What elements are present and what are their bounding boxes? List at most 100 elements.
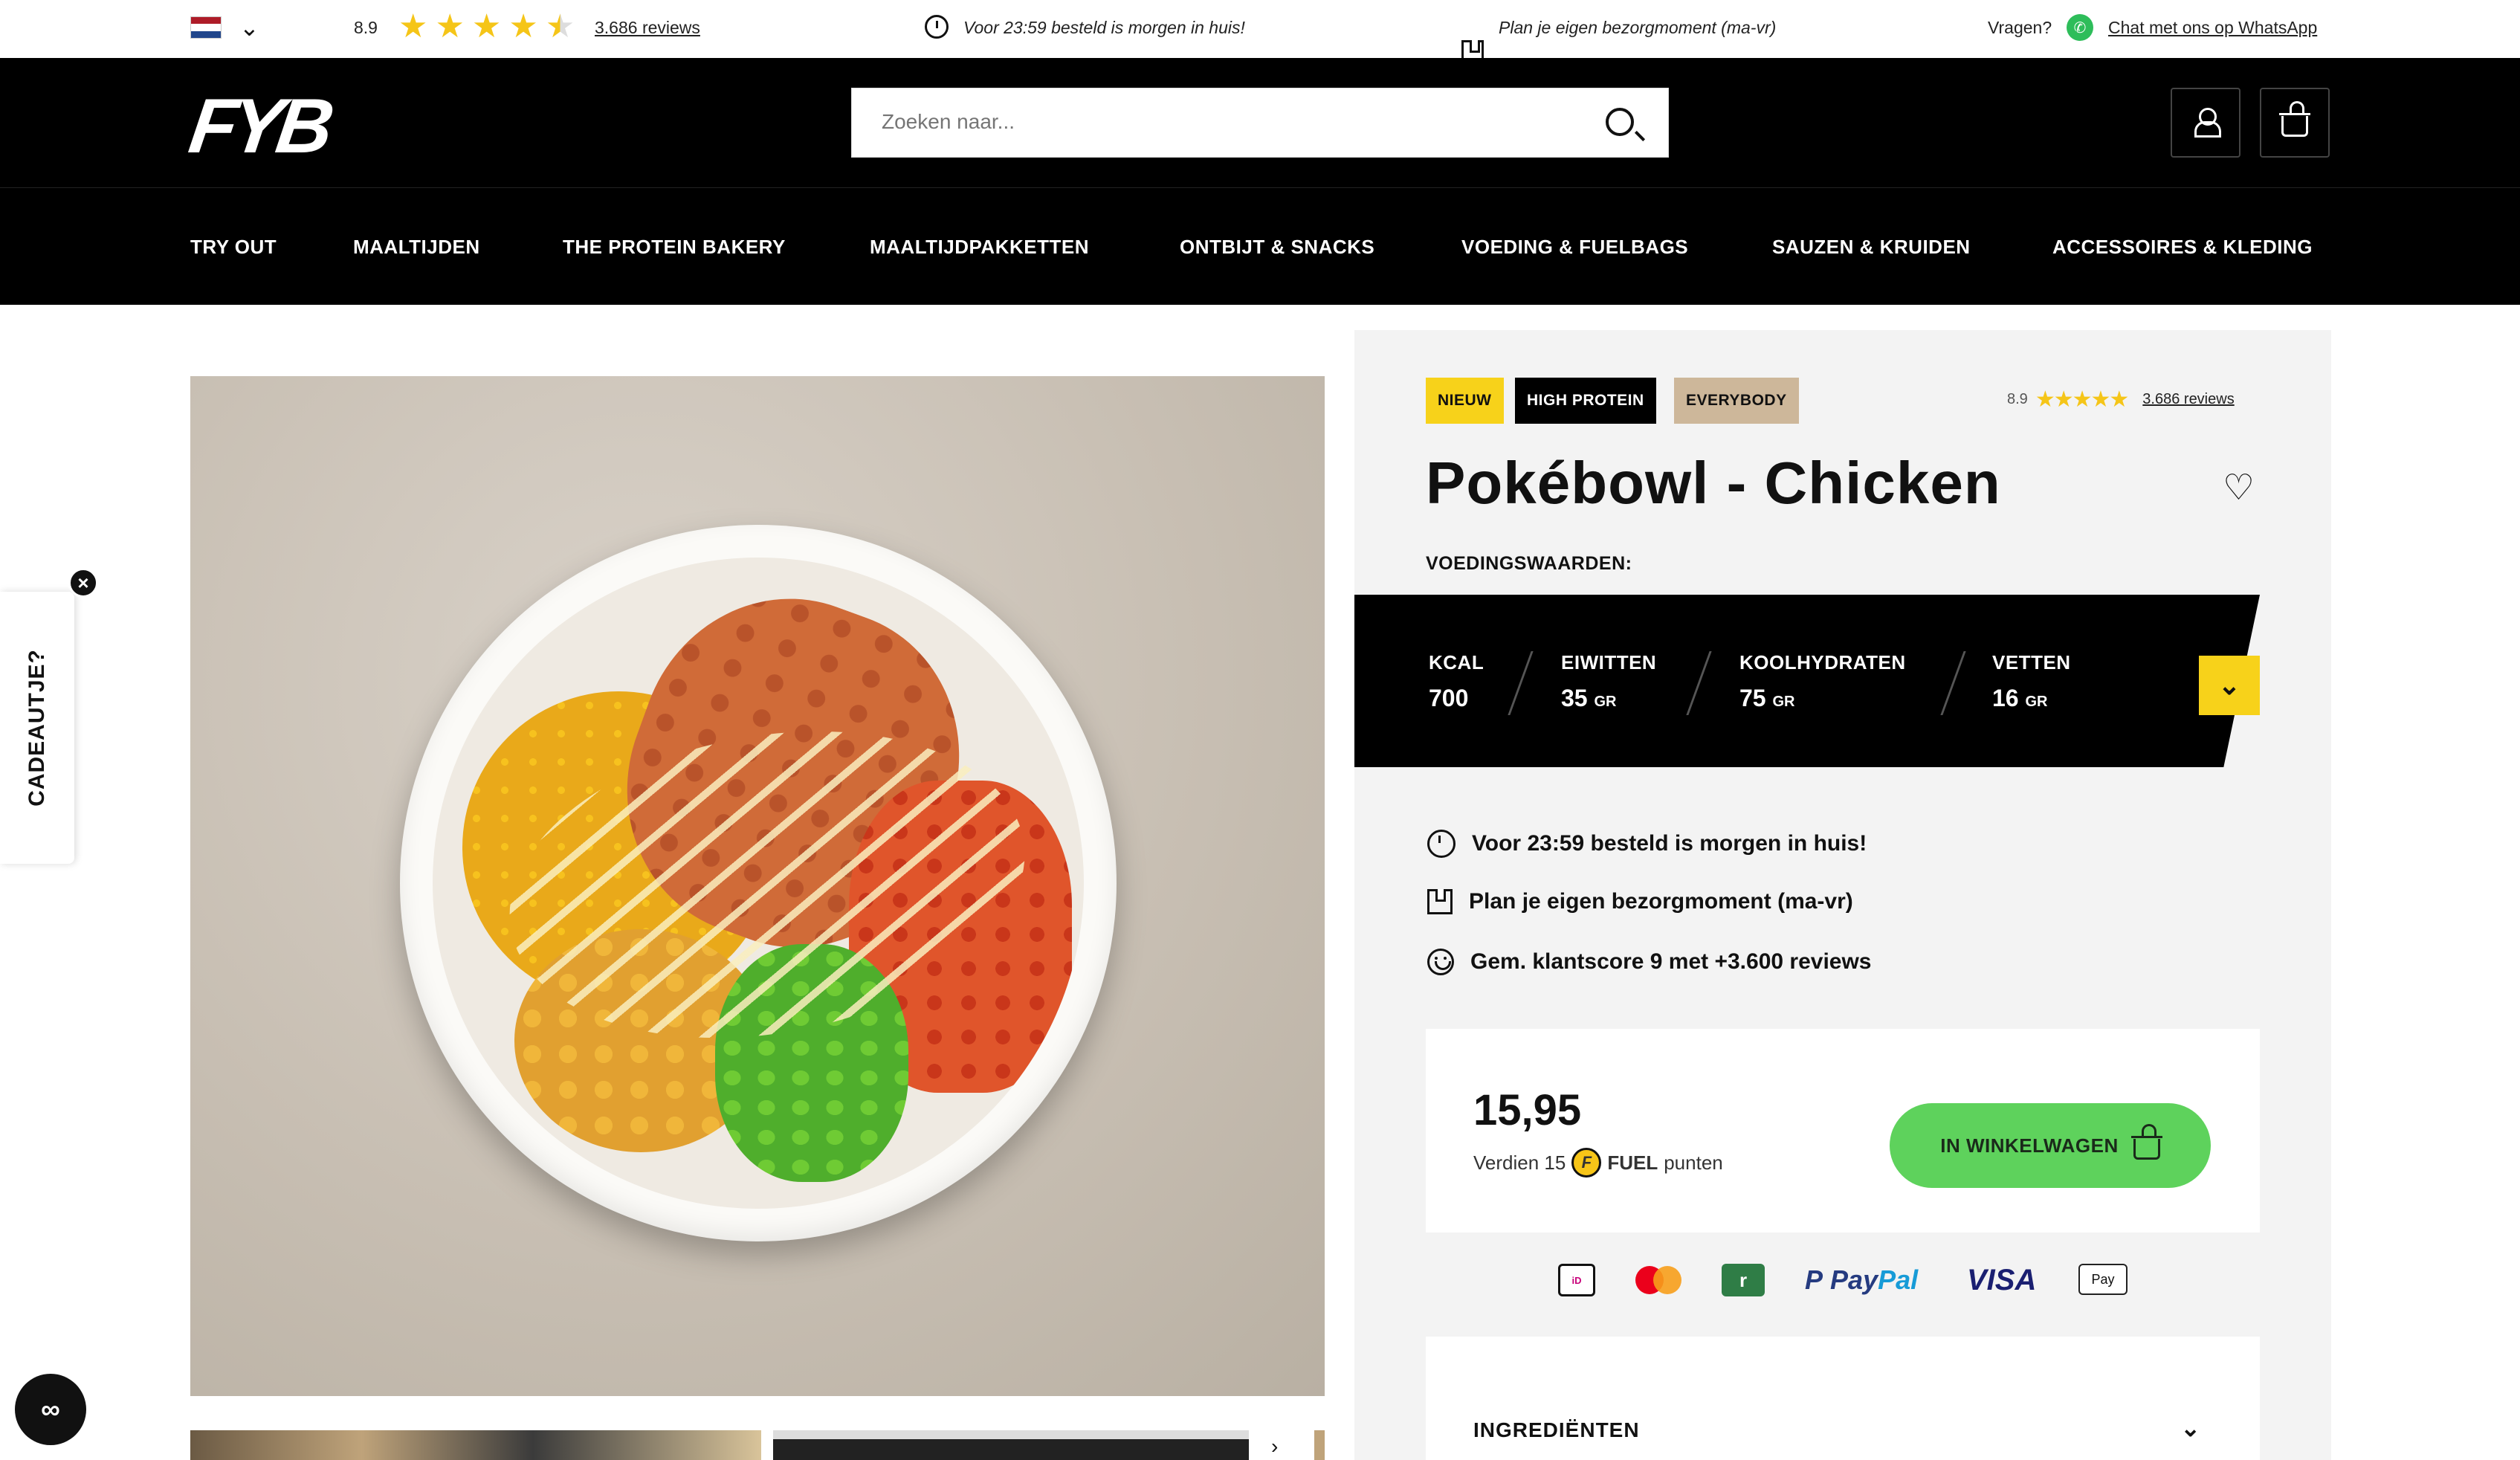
usp-delivery: Voor 23:59 besteld is morgen in huis! [963, 18, 1245, 37]
mastercard-icon [1634, 1264, 1683, 1296]
product-image[interactable] [190, 376, 1325, 1396]
chevron-right-icon[interactable]: › [1271, 1435, 1278, 1459]
nutrition-vetten-label: VETTEN [1992, 651, 2071, 674]
nutrition-koolhydraten-unit: GR [1772, 694, 1795, 710]
product-rating: 8.9 ★★★★★ 3.686 reviews [2007, 387, 2235, 413]
gift-tab-label: CADEAUTJE? [25, 649, 49, 807]
clock-icon [925, 15, 949, 39]
search-icon[interactable] [1606, 108, 1634, 136]
account-button[interactable] [2171, 88, 2240, 158]
usp-item: Gem. klantscore 9 met +3.600 reviews [1427, 949, 1872, 975]
nutrition-koolhydraten-label: KOOLHYDRATEN [1739, 651, 1906, 674]
main-nav: TRY OUT MAALTIJDEN THE PROTEIN BAKERY MA… [0, 187, 2520, 305]
usp-score-text: Gem. klantscore 9 met +3.600 reviews [1470, 949, 1872, 974]
star-icon: ★ [545, 8, 575, 45]
nutrition-bar: KCAL 700 EIWITTEN 35 GR KOOLHYDRATEN 75 … [1354, 595, 2260, 767]
flag-nl-icon[interactable] [190, 16, 222, 39]
nutrition-label: VOEDINGSWAARDEN: [1426, 553, 1632, 574]
nav-item-maaltijdpakketten[interactable]: MAALTIJDPAKKETTEN [870, 236, 1089, 259]
badge-nieuw: NIEUW [1426, 378, 1504, 424]
ideal-icon: iD [1558, 1264, 1595, 1296]
search-box [851, 88, 1669, 158]
add-to-cart-button[interactable]: IN WINKELWAGEN [1890, 1103, 2211, 1188]
fuel-points-suffix: punten [1664, 1151, 1723, 1174]
star-icon: ★ [398, 8, 428, 45]
fuel-points-label: FUEL [1607, 1151, 1658, 1174]
product-reviews-link[interactable]: 3.686 reviews [2142, 391, 2234, 408]
clock-icon [1427, 830, 1456, 858]
cart-button[interactable] [2260, 88, 2330, 158]
ingredients-label: INGREDIËNTEN [1473, 1418, 1640, 1441]
nav-item-protein-bakery[interactable]: THE PROTEIN BAKERY [563, 236, 786, 259]
calendar-icon [1427, 889, 1453, 914]
user-icon [2194, 108, 2221, 138]
rating-score: 8.9 [354, 18, 378, 37]
product-title: Pokébowl - Chicken [1426, 450, 2001, 516]
badge-high-protein: HIGH PROTEIN [1515, 378, 1656, 424]
nutrition-kcal: KCAL 700 [1429, 651, 1484, 712]
product-rating-score: 8.9 [2007, 391, 2028, 407]
search-input[interactable] [852, 88, 1521, 155]
star-icon: ★ [471, 8, 502, 45]
logo[interactable]: FYB [184, 83, 333, 169]
fuel-coin-icon: F [1571, 1148, 1602, 1178]
smile-icon [1427, 949, 1454, 975]
nutrition-kcal-value: 700 [1429, 685, 1469, 711]
nav-item-voeding-fuelbags[interactable]: VOEDING & FUELBAGS [1461, 236, 1688, 259]
star-icon: ★ [435, 8, 465, 45]
usp-plan-text: Plan je eigen bezorgmoment (ma-vr) [1469, 889, 1853, 914]
usp-plan: Plan je eigen bezorgmoment (ma-vr) [1499, 18, 1777, 37]
nav-item-try-out[interactable]: TRY OUT [190, 236, 277, 259]
close-icon[interactable]: × [68, 568, 98, 598]
thumbnail-1[interactable] [190, 1430, 761, 1460]
nav-item-sauzen-kruiden[interactable]: SAUZEN & KRUIDEN [1772, 236, 1971, 259]
nav-item-maaltijden[interactable]: MAALTIJDEN [353, 236, 480, 259]
nutrition-eiwitten-unit: GR [1594, 694, 1617, 710]
bowl-illustration [400, 525, 1117, 1241]
buy-box: 15,95 Verdien 15 F FUEL punten IN WINKEL… [1426, 1029, 2260, 1233]
usp-item: Voor 23:59 besteld is morgen in huis! [1427, 830, 1867, 858]
nutrition-eiwitten-label: EIWITTEN [1561, 651, 1657, 674]
star-icon: ★ [508, 8, 538, 45]
chevron-down-icon: ⌄ [2180, 1415, 2200, 1441]
rating-stars: ★ ★ ★ ★ ★ [398, 10, 575, 43]
nutrition-koolhydraten: KOOLHYDRATEN 75 GR [1739, 651, 1906, 712]
nav-item-accessoires-kleding[interactable]: ACCESSOIRES & KLEDING [2052, 236, 2313, 259]
whatsapp-link[interactable]: Chat met ons op WhatsApp [2108, 18, 2317, 38]
fuel-points: Verdien 15 F FUEL punten [1473, 1148, 1723, 1178]
whatsapp-icon[interactable]: ✆ [2067, 14, 2093, 41]
nutrition-eiwitten-value: 35 [1561, 685, 1588, 711]
header: FYB [0, 58, 2520, 187]
nutrition-eiwitten: EIWITTEN 35 GR [1561, 651, 1656, 712]
apple-pay-icon: Pay [2078, 1264, 2128, 1295]
visa-icon: VISA [1967, 1263, 2037, 1296]
badge-everybody: EVERYBODY [1674, 378, 1799, 424]
nutrition-kcal-label: KCAL [1429, 651, 1484, 674]
product-price: 15,95 [1473, 1086, 1582, 1134]
thumbnail-3[interactable] [1314, 1430, 1325, 1460]
top-bar: ⌄ 8.9 ★ ★ ★ ★ ★ 3.686 reviews Voor 23:59… [0, 0, 2520, 62]
usp-delivery-text: Voor 23:59 besteld is morgen in huis! [1472, 831, 1867, 856]
nutrition-vetten: VETTEN 16 GR [1992, 651, 2071, 712]
questions-label: Vragen? [1988, 18, 2052, 37]
nav-item-ontbijt-snacks[interactable]: ONTBIJT & SNACKS [1180, 236, 1374, 259]
reviews-link[interactable]: 3.686 reviews [595, 18, 700, 38]
gift-tab[interactable]: CADEAUTJE? [0, 592, 74, 864]
paypal-icon: P Pay Pal [1805, 1264, 1919, 1295]
thumbnail-2[interactable] [773, 1430, 1249, 1460]
basket-icon [2130, 1124, 2162, 1160]
heart-icon[interactable]: ♡ [2223, 467, 2255, 508]
klarna-icon: r [1722, 1264, 1765, 1296]
accessibility-icon[interactable]: ∞ [15, 1374, 86, 1445]
chevron-down-icon: ⌄ [2217, 670, 2241, 700]
nutrition-expand-button[interactable]: ⌄ [2199, 656, 2260, 715]
ingredients-accordion[interactable]: INGREDIËNTEN ⌄ [1426, 1337, 2260, 1460]
nutrition-vetten-unit: GR [2025, 694, 2048, 710]
nutrition-vetten-value: 16 [1992, 685, 2019, 711]
star-icon: ★★★★★ [2035, 387, 2129, 412]
chevron-down-icon[interactable]: ⌄ [239, 13, 259, 42]
nutrition-koolhydraten-value: 75 [1739, 685, 1766, 711]
usp-item: Plan je eigen bezorgmoment (ma-vr) [1427, 889, 1853, 914]
add-to-cart-label: IN WINKELWAGEN [1940, 1134, 2119, 1157]
fuel-points-prefix: Verdien 15 [1473, 1151, 1566, 1174]
